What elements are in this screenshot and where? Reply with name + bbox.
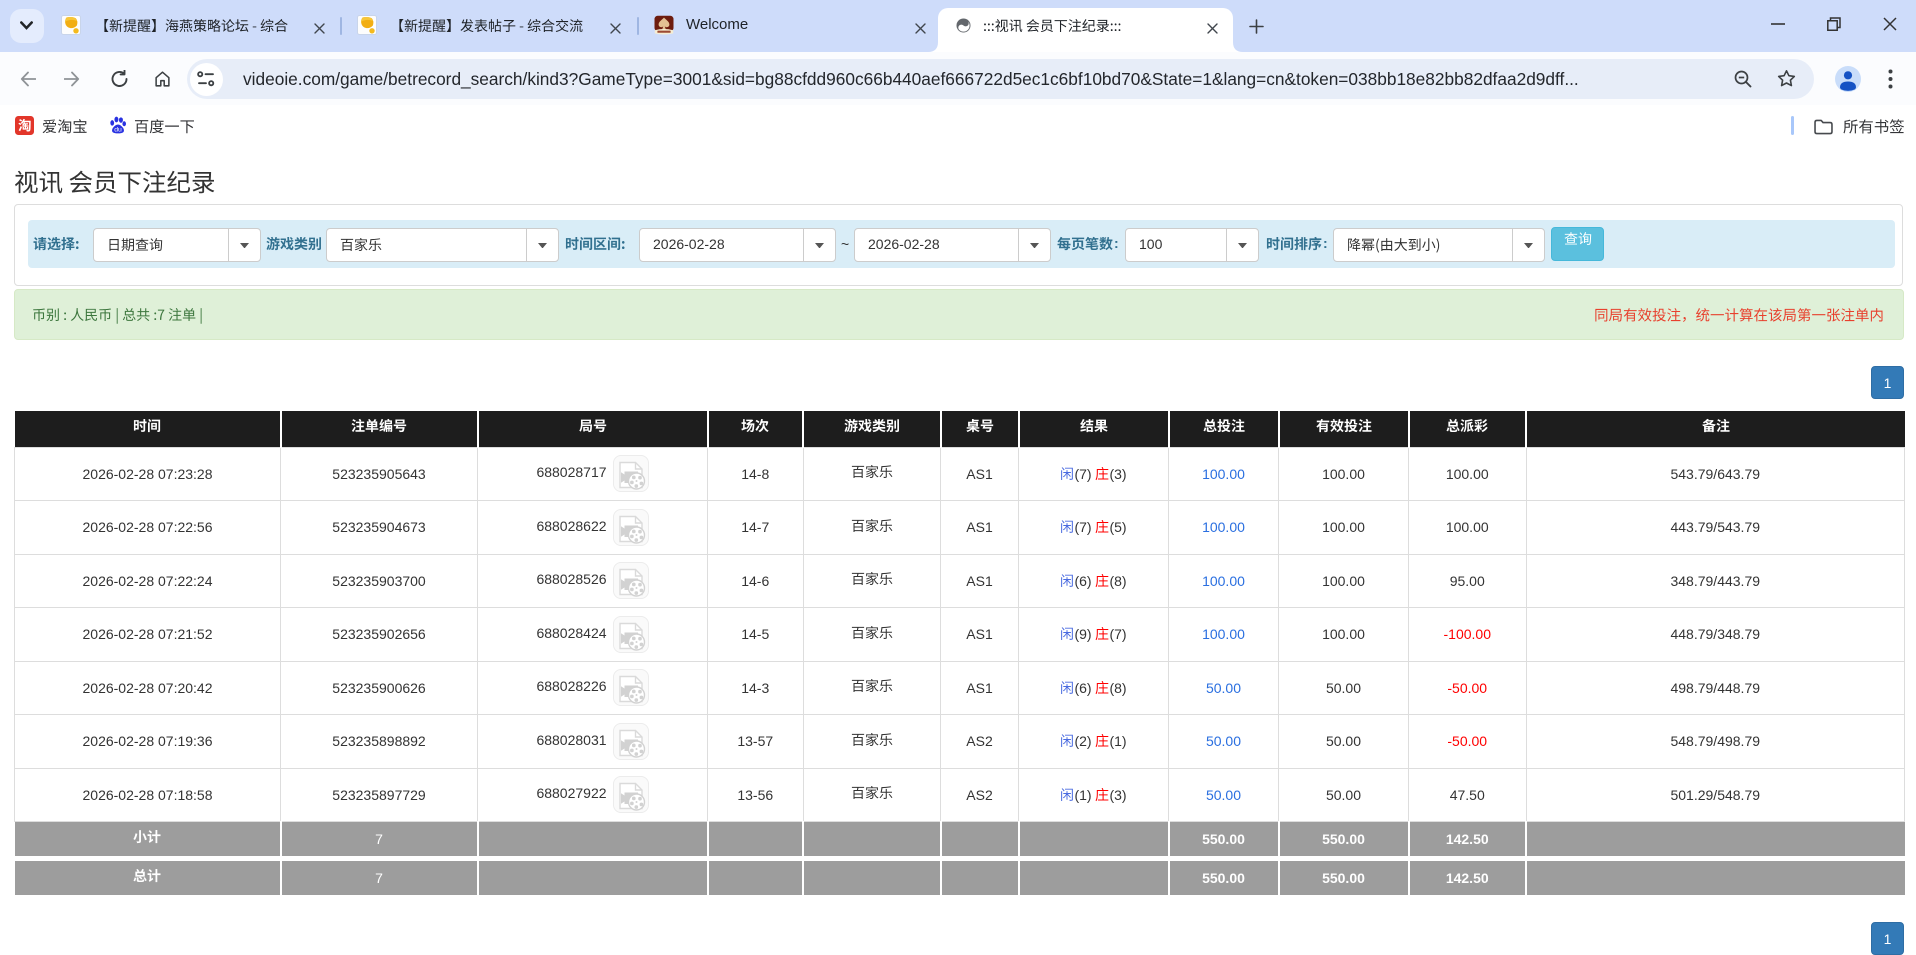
svg-text:du: du: [114, 126, 122, 133]
